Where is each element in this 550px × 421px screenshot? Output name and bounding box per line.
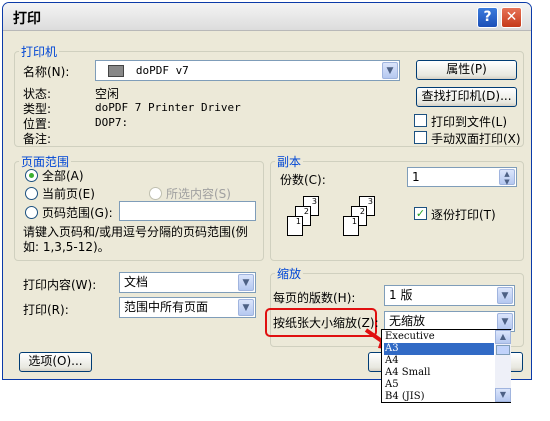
print-value: 范围中所有页面 <box>124 300 209 314</box>
current-page-radio[interactable] <box>25 187 38 200</box>
options-button[interactable]: 选项(O)... <box>19 352 92 372</box>
printer-icon <box>108 64 124 77</box>
status-value: 空闲 <box>95 87 120 101</box>
page-icon: 1 <box>343 216 359 236</box>
copies-count-input[interactable]: 1 ▲ ▼ <box>407 167 517 187</box>
print-to-file-checkbox[interactable] <box>414 114 427 127</box>
manual-duplex-label[interactable]: 手动双面打印(X) <box>431 130 521 147</box>
page-range-radio[interactable] <box>25 206 38 219</box>
printer-name-label: 名称(N): <box>23 65 70 79</box>
window-title: 打印 <box>13 11 41 27</box>
all-pages-radio[interactable] <box>25 169 38 182</box>
printer-name-select[interactable]: doPDF v7 ▼ <box>95 60 400 81</box>
scrollbar[interactable]: ▲ ▼ <box>495 330 511 402</box>
list-item[interactable]: A3 <box>384 343 494 355</box>
list-item[interactable]: Executive <box>384 331 494 343</box>
pages-per-sheet-value: 1 版 <box>389 288 413 302</box>
print-what-label: 打印内容(W): <box>23 278 97 292</box>
page-range-label[interactable]: 页码范围(G): <box>42 204 113 221</box>
collate-stack-1: 3 2 1 <box>285 196 325 241</box>
chevron-down-icon[interactable]: ▼ <box>497 313 513 330</box>
current-page-label[interactable]: 当前页(E) <box>42 185 95 202</box>
print-to-file-label[interactable]: 打印到文件(L) <box>431 113 507 130</box>
copies-count-value: 1 <box>412 170 420 184</box>
location-value: DOP7: <box>95 116 129 129</box>
printer-legend: 打印机 <box>21 45 58 59</box>
list-item[interactable]: A5 <box>384 379 494 391</box>
printer-name-value: doPDF v7 <box>135 64 189 77</box>
pages-per-sheet-label: 每页的版数(H): <box>273 291 356 305</box>
page-icon: 1 <box>287 216 303 236</box>
scrollbar-thumb[interactable] <box>496 345 510 355</box>
manual-duplex-checkbox[interactable] <box>414 131 427 144</box>
selection-label: 所选内容(S) <box>166 187 231 201</box>
page-range-input[interactable] <box>119 201 256 221</box>
title-bar[interactable]: 打印 ? ✕ <box>3 3 531 31</box>
properties-button[interactable]: 属性(P) <box>416 60 517 80</box>
spinner-icon[interactable]: ▲ ▼ <box>499 169 515 186</box>
print-what-value: 文档 <box>124 275 149 289</box>
comment-label: 备注: <box>23 132 52 146</box>
scroll-up-icon[interactable]: ▲ <box>495 330 511 344</box>
chevron-down-icon[interactable]: ▼ <box>497 287 513 304</box>
copies-count-label: 份数(C): <box>280 173 326 187</box>
print-what-select[interactable]: 文档 ▼ <box>119 272 256 293</box>
print-label: 打印(R): <box>23 303 69 317</box>
zoom-legend: 缩放 <box>277 267 302 281</box>
collate-checkbox[interactable]: ✓ <box>414 207 427 220</box>
pages-per-sheet-select[interactable]: 1 版 ▼ <box>384 285 515 306</box>
type-value: doPDF 7 Printer Driver <box>95 101 241 114</box>
collate-stack-2: 3 2 1 <box>341 196 381 241</box>
list-item[interactable]: A4 <box>384 355 494 367</box>
print-select[interactable]: 范围中所有页面 ▼ <box>119 297 256 318</box>
selection-radio <box>149 187 162 200</box>
print-dialog: 打印 ? ✕ 打印机 名称(N): doPDF v7 ▼ 属性(P) 查找打印机… <box>2 2 532 380</box>
list-item[interactable]: B4 (JIS) <box>384 391 494 403</box>
page-range-hint: 请键入页码和/或用逗号分隔的页码范围(例如: 1,3,5-12)。 <box>23 225 248 254</box>
help-icon[interactable]: ? <box>477 7 498 28</box>
list-item[interactable]: A4 Small <box>384 367 494 379</box>
collate-label[interactable]: 逐份打印(T) <box>431 206 496 223</box>
find-printer-button[interactable]: 查找打印机(D)... <box>416 87 517 107</box>
close-icon[interactable]: ✕ <box>501 7 522 28</box>
chevron-down-icon[interactable]: ▼ <box>238 299 254 316</box>
all-pages-label[interactable]: 全部(A) <box>42 167 84 184</box>
scale-dropdown-list[interactable]: Executive A3 A4 A4 Small A5 B4 (JIS) ▲ ▼ <box>381 329 511 403</box>
scroll-down-icon[interactable]: ▼ <box>495 388 511 402</box>
chevron-down-icon[interactable]: ▼ <box>238 274 254 291</box>
chevron-down-icon[interactable]: ▼ <box>382 62 398 79</box>
copies-legend: 副本 <box>277 155 302 169</box>
